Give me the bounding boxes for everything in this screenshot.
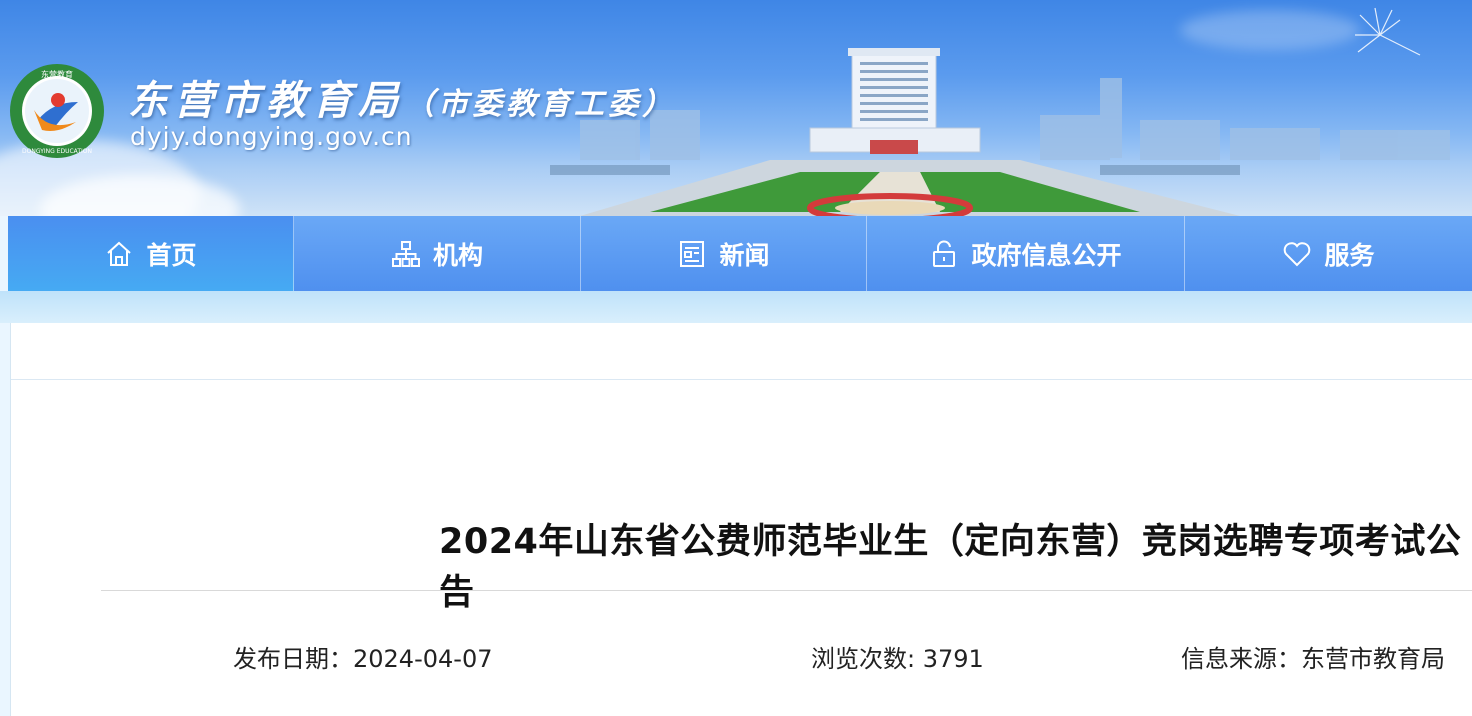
- title-divider: [101, 590, 1472, 591]
- publish-date: 发布日期：2024-04-07: [233, 639, 492, 674]
- header-banner: 东营教育 DONGYING EDUCATION 东营市教育局（市委教育工委） d…: [0, 0, 1472, 216]
- view-count: 浏览次数: 3791: [811, 639, 984, 674]
- publish-date-label: 发布日期：: [233, 645, 353, 673]
- main-nav: 首页 机构 新闻 政府信息公开 服务: [8, 216, 1472, 291]
- info-source-value: 东营市教育局: [1301, 645, 1445, 673]
- nav-item-label: 政府信息公开: [971, 240, 1122, 270]
- nav-item-gov-info[interactable]: 政府信息公开: [867, 216, 1185, 291]
- logo-text-top: 东营教育: [41, 69, 73, 79]
- education-bureau-logo: 东营教育 DONGYING EDUCATION: [8, 62, 106, 160]
- nav-item-home[interactable]: 首页: [8, 216, 294, 291]
- nav-item-label: 新闻: [719, 240, 770, 270]
- newspaper-icon: [677, 239, 707, 269]
- info-source-label: 信息来源：: [1181, 645, 1301, 673]
- heart-icon: [1282, 239, 1312, 269]
- site-title-main: 东营市教育局: [128, 77, 404, 124]
- site-title: 东营市教育局（市委教育工委）: [128, 68, 676, 126]
- org-chart-icon: [391, 239, 421, 269]
- site-title-sub: （市委教育工委）: [404, 87, 676, 122]
- site-domain: dyjy.dongying.gov.cn: [130, 122, 413, 151]
- view-count-label: 浏览次数:: [811, 645, 923, 673]
- info-source: 信息来源：东营市教育局: [1181, 639, 1445, 674]
- home-icon: [104, 239, 134, 269]
- article-title: 2024年山东省公费师范毕业生（定向东营）竞岗选聘专项考试公告: [439, 522, 1462, 613]
- unlock-icon: [929, 239, 959, 269]
- nav-underline-strip: [0, 291, 1472, 323]
- city-square-illustration: [550, 7, 1450, 216]
- publish-date-value: 2024-04-07: [353, 645, 493, 673]
- nav-item-organization[interactable]: 机构: [294, 216, 581, 291]
- content-panel: 2024年山东省公费师范毕业生（定向东营）竞岗选聘专项考试公告 发布日期：202…: [10, 323, 1472, 716]
- breadcrumb-divider: [11, 379, 1472, 380]
- view-count-value: 3791: [922, 645, 984, 673]
- nav-item-news[interactable]: 新闻: [581, 216, 867, 291]
- logo-text-bottom: DONGYING EDUCATION: [22, 148, 92, 155]
- nav-item-label: 机构: [432, 240, 483, 270]
- nav-item-service[interactable]: 服务: [1185, 216, 1472, 291]
- nav-item-label: 服务: [1324, 240, 1375, 270]
- nav-item-label: 首页: [146, 240, 197, 270]
